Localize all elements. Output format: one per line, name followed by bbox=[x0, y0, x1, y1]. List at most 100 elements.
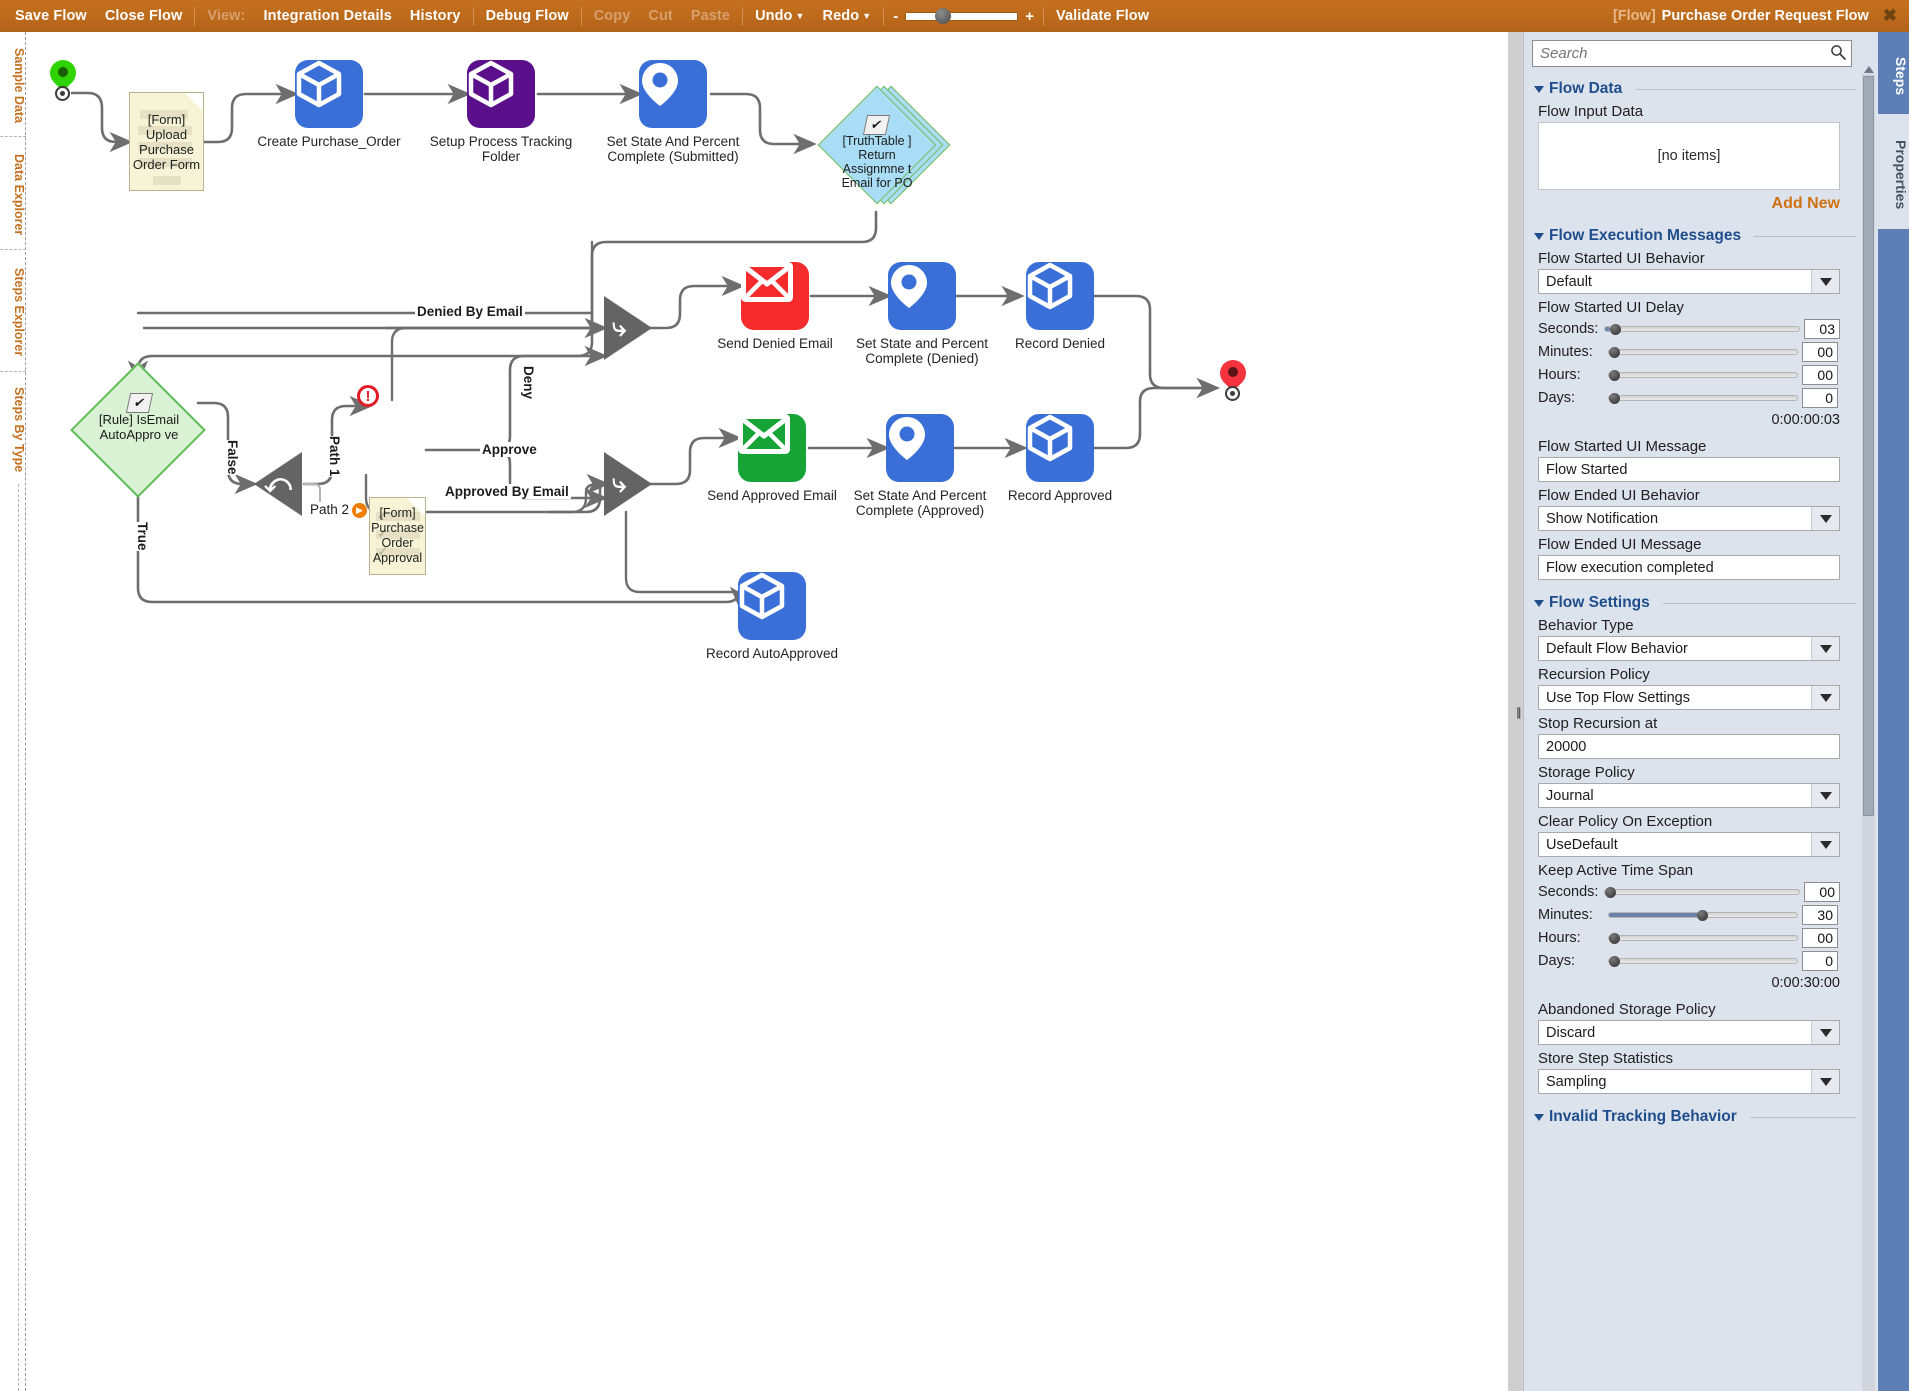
panel-splitter-handle[interactable]: ∥ bbox=[1516, 706, 1521, 719]
slider-value-hours[interactable]: 00 bbox=[1802, 365, 1838, 385]
node-create-purchase-order[interactable]: Create Purchase_Order bbox=[257, 60, 401, 149]
input-flow-started-ui-message[interactable]: Flow Started bbox=[1538, 457, 1840, 482]
chevron-down-icon[interactable] bbox=[1811, 270, 1839, 293]
group-header-flow-settings[interactable]: Flow Settings bbox=[1534, 594, 1862, 612]
error-badge-icon[interactable]: ! bbox=[357, 385, 379, 407]
zoom-in-button[interactable]: + bbox=[1025, 8, 1034, 25]
debug-flow-button[interactable]: Debug Flow bbox=[477, 8, 578, 24]
scrollbar-thumb[interactable] bbox=[1863, 76, 1874, 816]
node-set-state-submitted[interactable]: Set State And Percent Complete (Submitte… bbox=[607, 60, 739, 164]
node-set-state-approved[interactable]: Set State And Percent Complete (Approved… bbox=[854, 414, 986, 518]
node-purchase-order-approval-form[interactable]: ✓ ✓ ✓ [Form] Purchase Order Approval bbox=[369, 497, 426, 575]
node-truthtable-return-assignment-email[interactable]: ✔ [TruthTable ] Return Assignmne t Email… bbox=[816, 85, 951, 205]
scroll-up-arrow-icon[interactable] bbox=[1864, 66, 1874, 73]
node-rule-isemail-autoapprove[interactable]: ✔ [Rule] IsEmail AutoAppro ve bbox=[70, 362, 206, 498]
tab-steps[interactable]: Steps bbox=[1878, 32, 1909, 114]
flow-input-data-list[interactable]: [no items] bbox=[1538, 122, 1840, 190]
integration-details-button[interactable]: Integration Details bbox=[254, 8, 400, 24]
redo-button[interactable]: Redo ▼ bbox=[814, 8, 881, 24]
sidebar-item-data-explorer[interactable]: Data Explorer bbox=[0, 137, 26, 250]
input-stop-recursion-at[interactable]: 20000 bbox=[1538, 734, 1840, 759]
chevron-down-icon[interactable] bbox=[1811, 833, 1839, 856]
slider-row-delay-hours[interactable]: Hours: 00 bbox=[1538, 365, 1862, 385]
chevron-down-icon[interactable] bbox=[1811, 637, 1839, 660]
input-flow-ended-ui-message[interactable]: Flow execution completed bbox=[1538, 555, 1840, 580]
slider-thumb[interactable] bbox=[1697, 910, 1708, 921]
slider-track[interactable] bbox=[1604, 887, 1800, 898]
slider-value-minutes[interactable]: 00 bbox=[1802, 342, 1838, 362]
validate-flow-button[interactable]: Validate Flow bbox=[1047, 8, 1158, 24]
slider-value-keep-seconds[interactable]: 00 bbox=[1804, 882, 1840, 902]
group-header-flow-execution-messages[interactable]: Flow Execution Messages bbox=[1534, 227, 1862, 245]
select-abandoned-storage-policy[interactable]: Discard bbox=[1538, 1020, 1840, 1045]
slider-track[interactable] bbox=[1604, 324, 1800, 335]
slider-row-keep-seconds[interactable]: Seconds: 00 bbox=[1538, 882, 1862, 902]
search-row[interactable] bbox=[1532, 40, 1852, 67]
tab-properties[interactable]: Properties bbox=[1878, 114, 1909, 229]
sidebar-item-steps-explorer[interactable]: Steps Explorer bbox=[0, 250, 26, 372]
undo-button[interactable]: Undo ▼ bbox=[746, 8, 813, 24]
sidebar-item-steps-by-type[interactable]: Steps By Type bbox=[0, 372, 26, 484]
path2-run-icon[interactable]: ▶ bbox=[352, 503, 367, 518]
node-record-denied[interactable]: Record Denied bbox=[1015, 262, 1105, 351]
slider-row-delay-seconds[interactable]: Seconds: 03 bbox=[1538, 319, 1862, 339]
zoom-slider-thumb[interactable] bbox=[935, 8, 952, 24]
slider-value-keep-days[interactable]: 0 bbox=[1802, 951, 1838, 971]
slider-track[interactable] bbox=[1608, 393, 1798, 404]
slider-thumb[interactable] bbox=[1605, 887, 1616, 898]
slider-thumb[interactable] bbox=[1610, 324, 1621, 335]
select-behavior-type[interactable]: Default Flow Behavior bbox=[1538, 636, 1840, 661]
slider-row-delay-days[interactable]: Days: 0 bbox=[1538, 388, 1862, 408]
sidebar-item-sample-data[interactable]: Sample Data bbox=[0, 32, 26, 137]
node-send-denied-email[interactable]: Send Denied Email bbox=[717, 262, 833, 351]
node-upload-purchase-order-form[interactable]: [Form] Upload Purchase Order Form bbox=[129, 92, 204, 191]
chevron-down-icon[interactable] bbox=[1811, 1021, 1839, 1044]
close-flow-button[interactable]: Close Flow bbox=[96, 8, 192, 24]
add-new-button[interactable]: Add New bbox=[1524, 195, 1840, 213]
slider-thumb[interactable] bbox=[1609, 956, 1620, 967]
slider-thumb[interactable] bbox=[1609, 347, 1620, 358]
node-send-approved-email[interactable]: Send Approved Email bbox=[707, 414, 837, 503]
cut-button[interactable]: Cut bbox=[639, 8, 681, 24]
chevron-down-icon[interactable] bbox=[1811, 1070, 1839, 1093]
copy-button[interactable]: Copy bbox=[585, 8, 640, 24]
chevron-down-icon[interactable] bbox=[1811, 784, 1839, 807]
select-store-step-statistics[interactable]: Sampling bbox=[1538, 1069, 1840, 1094]
node-record-autoapproved[interactable]: Record AutoApproved bbox=[706, 572, 838, 661]
node-setup-process-tracking-folder[interactable]: Setup Process Tracking Folder bbox=[430, 60, 572, 164]
slider-track[interactable] bbox=[1608, 370, 1798, 381]
chevron-down-icon[interactable] bbox=[1811, 686, 1839, 709]
flow-canvas[interactable]: [Form] Upload Purchase Order Form Create… bbox=[26, 32, 1523, 1391]
search-input[interactable] bbox=[1532, 40, 1852, 67]
slider-row-keep-hours[interactable]: Hours: 00 bbox=[1538, 928, 1862, 948]
select-flow-ended-ui-behavior[interactable]: Show Notification bbox=[1538, 506, 1840, 531]
select-flow-started-ui-behavior[interactable]: Default bbox=[1538, 269, 1840, 294]
slider-value-keep-hours[interactable]: 00 bbox=[1802, 928, 1838, 948]
slider-track[interactable] bbox=[1608, 933, 1798, 944]
chevron-down-icon[interactable] bbox=[1811, 507, 1839, 530]
paste-button[interactable]: Paste bbox=[682, 8, 739, 24]
zoom-out-button[interactable]: - bbox=[893, 8, 898, 25]
gateway-merge-denied[interactable]: ⤷ bbox=[604, 296, 652, 360]
slider-track[interactable] bbox=[1608, 956, 1798, 967]
save-flow-button[interactable]: Save Flow bbox=[6, 8, 96, 24]
slider-row-delay-minutes[interactable]: Minutes: 00 bbox=[1538, 342, 1862, 362]
slider-value-keep-minutes[interactable]: 30 bbox=[1802, 905, 1838, 925]
close-icon[interactable]: ✖ bbox=[1883, 6, 1897, 26]
slider-thumb[interactable] bbox=[1609, 370, 1620, 381]
gateway-path-split[interactable]: ⤺ bbox=[254, 452, 302, 516]
properties-panel-scrollbar[interactable] bbox=[1862, 66, 1875, 1391]
history-button[interactable]: History bbox=[401, 8, 470, 24]
node-set-state-denied[interactable]: Set State and Percent Complete (Denied) bbox=[856, 262, 988, 366]
group-header-flow-data[interactable]: Flow Data bbox=[1534, 80, 1862, 98]
gateway-merge-approved[interactable]: ⤷ bbox=[604, 452, 652, 516]
slider-track[interactable] bbox=[1608, 910, 1798, 921]
slider-value-days[interactable]: 0 bbox=[1802, 388, 1838, 408]
zoom-control[interactable]: - + bbox=[887, 8, 1040, 25]
search-icon[interactable] bbox=[1830, 44, 1846, 60]
slider-thumb[interactable] bbox=[1609, 393, 1620, 404]
select-clear-policy-on-exception[interactable]: UseDefault bbox=[1538, 832, 1840, 857]
node-record-approved[interactable]: Record Approved bbox=[1008, 414, 1112, 503]
select-recursion-policy[interactable]: Use Top Flow Settings bbox=[1538, 685, 1840, 710]
slider-track[interactable] bbox=[1608, 347, 1798, 358]
